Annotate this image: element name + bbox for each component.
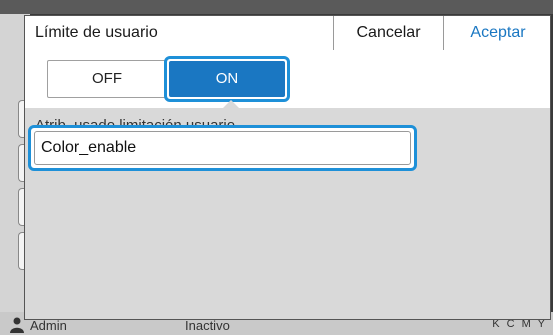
- user-limit-attribute-input[interactable]: Color_enable: [34, 131, 411, 165]
- on-off-toggle: OFF ON: [25, 50, 550, 108]
- background-top-bar: [0, 0, 553, 14]
- status-state: Inactivo: [185, 318, 230, 333]
- cancel-button[interactable]: Cancelar: [333, 16, 443, 50]
- user-limit-dialog: Límite de usuario Cancelar Aceptar OFF O…: [24, 15, 551, 320]
- field-focus-ring: Color_enable: [28, 125, 417, 171]
- user-icon: [10, 317, 24, 333]
- toggle-on-focus-ring: ON: [164, 56, 290, 102]
- dialog-title: Límite de usuario: [35, 24, 158, 41]
- status-user: Admin: [30, 318, 67, 333]
- dialog-header: Límite de usuario Cancelar Aceptar: [25, 16, 550, 51]
- toggle-off-button[interactable]: OFF: [47, 60, 167, 98]
- toggle-on-button[interactable]: ON: [169, 61, 285, 97]
- selection-pointer: [222, 100, 240, 109]
- accept-button[interactable]: Aceptar: [443, 16, 552, 50]
